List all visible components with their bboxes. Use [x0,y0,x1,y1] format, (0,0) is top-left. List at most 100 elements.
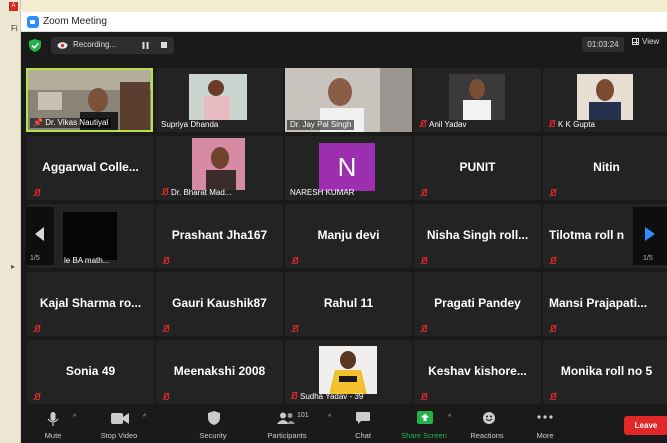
participant-tile[interactable]: Sudha Yadav - 39 [285,340,412,404]
muted-mic-icon [162,325,169,333]
pdf-icon: A [9,2,18,11]
participant-name: Sonia 49 [65,364,116,378]
participant-name-label: NARESH KUMAR [287,188,357,198]
participant-tile[interactable]: Anil Yadav [414,68,541,132]
share-screen-label: Share Screen [401,431,447,440]
participant-tile[interactable]: K K Gupta [543,68,667,132]
participant-tile[interactable]: N NARESH KUMAR [285,136,412,200]
stop-video-label: Stop Video [100,431,138,440]
participant-name: Kajal Sharma ro... [39,296,142,310]
participant-tile[interactable]: Monika roll no 5 [543,340,667,404]
participant-tile[interactable]: PUNIT [414,136,541,200]
recording-indicator: Recording... [51,37,174,54]
participant-tile[interactable]: Rahul 11 [285,272,412,336]
participant-video [189,74,247,120]
participant-name: Nitin [593,160,620,174]
muted-mic-icon [548,120,555,128]
participant-name: Dr. Vikas Nautiyal [45,118,109,127]
participant-name: Manju devi [317,228,380,242]
muted-mic-icon [162,257,169,265]
participant-video [63,212,117,260]
video-camera-icon [111,413,129,424]
participant-tile[interactable]: Gauri Kaushik87 [156,272,283,336]
muted-mic-icon [33,325,40,333]
chevron-left-icon [35,227,44,241]
participant-name: Anil Yadav [429,120,467,129]
muted-mic-icon [162,393,169,401]
participant-tile[interactable]: 📌 Dr. Vikas Nautiyal [26,68,153,132]
muted-mic-icon [33,393,40,401]
participant-name: Gauri Kaushik87 [172,296,267,310]
muted-mic-icon [420,257,427,265]
page-indicator: 1/5 [643,255,653,262]
participant-name: Aggarwal Colle... [42,160,139,174]
chat-icon [356,412,370,424]
participant-tile[interactable]: Nitin [543,136,667,200]
chat-label: Chat [355,431,371,440]
participants-count: 101 [297,412,309,419]
participant-name: Supriya Dhanda [161,120,219,129]
participant-tile[interactable]: Sonia 49 [27,340,154,404]
pause-recording-icon[interactable] [142,42,149,49]
participant-name-label: K K Gupta [545,120,598,130]
participant-tile[interactable]: Meenakshi 2008 [156,340,283,404]
participants-label: Participants [267,431,307,440]
mute-button[interactable]: Mute [33,406,73,443]
muted-mic-icon [420,325,427,333]
previous-page-button[interactable]: 1/5 [26,207,54,265]
participant-name-label: Supriya Dhanda [158,120,221,130]
stop-recording-icon[interactable] [161,42,167,48]
security-button[interactable]: Security [191,406,235,443]
reactions-label: Reactions [470,431,504,440]
participant-tile[interactable]: Keshav kishore... [414,340,541,404]
audio-options-caret-icon[interactable]: ^ [73,414,76,421]
muted-mic-icon [549,189,556,197]
participant-tile[interactable]: Supriya Dhanda [156,68,283,132]
more-button[interactable]: More [525,406,565,443]
smiley-plus-icon [483,412,495,424]
muted-mic-icon [549,325,556,333]
participant-name: Dr. Bharat Mad... [171,188,232,197]
next-page-button[interactable]: 1/5 [633,207,667,265]
participant-tile[interactable]: Manju devi [285,204,412,268]
participant-tile[interactable]: Mansi Prajapati... [543,272,667,336]
participant-tile[interactable]: Pragati Pandey [414,272,541,336]
participant-name: Monika roll no 5 [560,364,653,378]
participant-tile[interactable]: Dr. Jay Pal Singh [285,68,412,132]
participant-tile[interactable]: Kajal Sharma ro... [27,272,154,336]
participant-tile[interactable]: Nisha Singh roll... [414,204,541,268]
muted-mic-icon [420,189,427,197]
video-options-caret-icon[interactable]: ^ [143,414,146,421]
participant-name: Nisha Singh roll... [426,228,529,242]
expand-arrow-icon[interactable]: ▸ [11,262,15,271]
mute-label: Mute [44,431,62,440]
participant-name-label: Dr. Bharat Mad... [158,188,234,198]
participants-button[interactable]: 101 Participants [259,406,315,443]
participant-tile[interactable]: Dr. Bharat Mad... [156,136,283,200]
host-app-left-strip: A Fi ▸ [0,0,21,443]
participant-name: Keshav kishore... [428,364,527,378]
participant-tile[interactable]: Prashant Jha167 [156,204,283,268]
participant-name: K K Gupta [558,120,595,129]
more-label: More [536,431,554,440]
stop-video-button[interactable]: Stop Video [93,406,145,443]
side-letters: Fi [11,24,18,33]
zoom-logo-icon [27,16,39,28]
chat-button[interactable]: Chat [343,406,383,443]
participant-name: Meenakshi 2008 [173,364,266,378]
participant-name-label: Anil Yadav [416,120,470,130]
participants-caret-icon[interactable]: ^ [328,414,331,421]
share-screen-button[interactable]: Share Screen [397,406,451,443]
participant-video [192,138,245,190]
participant-name: Sudha Yadav - 39 [300,392,364,401]
participant-name: Prashant Jha167 [171,228,268,242]
encryption-shield-icon[interactable] [29,39,41,52]
view-button[interactable]: View [632,37,659,46]
reactions-button[interactable]: Reactions [465,406,509,443]
window-titlebar: Zoom Meeting [21,12,667,32]
share-options-caret-icon[interactable]: ^ [448,414,451,421]
participant-tile[interactable]: Aggarwal Colle... [27,136,154,200]
participant-name: Mansi Prajapati... [549,296,648,310]
leave-button[interactable]: Leave [624,416,667,435]
ellipsis-icon [537,415,553,419]
